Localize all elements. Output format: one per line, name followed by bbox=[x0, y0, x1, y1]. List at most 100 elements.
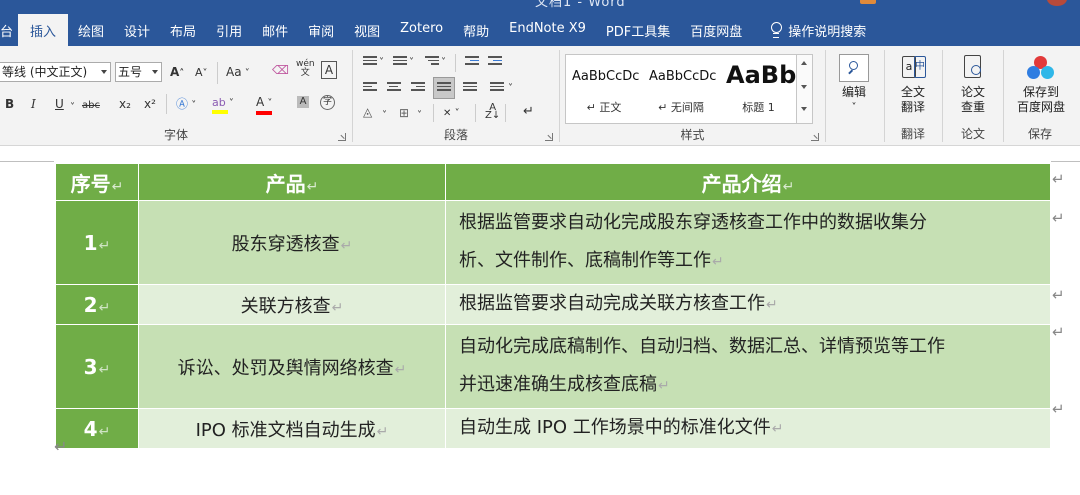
bullets-dropdown[interactable]: ˅ bbox=[379, 55, 384, 71]
tab-pdf-tools[interactable]: PDF工具集 bbox=[596, 14, 680, 46]
show-marks-icon[interactable]: ↵ bbox=[523, 104, 534, 120]
description-cell: 根据监管要求自动完成关联方核查工作↵ bbox=[445, 284, 1051, 325]
tab-references[interactable]: 引用 bbox=[206, 14, 252, 46]
row-number: 1 bbox=[83, 230, 98, 255]
clear-format-button[interactable]: ⌫ bbox=[272, 62, 289, 78]
tab-baidu-pan[interactable]: 百度网盘 bbox=[680, 14, 752, 46]
align-left-icon[interactable] bbox=[363, 82, 377, 94]
editing-label: 编辑 bbox=[841, 85, 866, 99]
styles-group-label: 样式 bbox=[680, 128, 705, 142]
table-row: 1↵ 股东穿透核查↵ 根据监管要求自动化完成股东穿透核查工作中的数据收集分 析、文… bbox=[55, 200, 1051, 285]
asian-layout-icon[interactable]: ✕ ˅ bbox=[443, 106, 460, 122]
tab-zotero[interactable]: Zotero bbox=[390, 14, 453, 46]
product-name: 股东穿透核查 bbox=[231, 233, 340, 255]
styles-dialog-launcher[interactable] bbox=[811, 133, 819, 141]
lightbulb-icon bbox=[770, 22, 783, 38]
font-dialog-launcher[interactable] bbox=[338, 133, 346, 141]
table-row: 4↵ IPO 标准文档自动生成↵ 自动生成 IPO 工作场景中的标准化文件↵ bbox=[55, 408, 1051, 449]
table-header-row: 序号↵ 产品↵ 产品介绍↵ bbox=[55, 163, 1051, 201]
avatar[interactable] bbox=[1047, 0, 1067, 6]
tab-endnote[interactable]: EndNote X9 bbox=[499, 14, 596, 46]
row-end-mark: ↵ bbox=[1052, 400, 1065, 418]
row-number: 2 bbox=[83, 292, 98, 317]
align-center-icon[interactable] bbox=[387, 82, 401, 94]
line-spacing-icon[interactable] bbox=[490, 82, 504, 94]
product-cell: 诉讼、处罚及舆情网络核查↵ bbox=[138, 324, 446, 409]
paper-check-button[interactable]: 论文 查重 bbox=[950, 54, 996, 115]
strikethrough-button[interactable]: abc bbox=[82, 98, 100, 114]
increase-indent-icon[interactable] bbox=[488, 56, 502, 68]
bullets-icon[interactable] bbox=[363, 56, 377, 68]
underline-dropdown[interactable]: ˅ bbox=[70, 98, 75, 116]
chevron-down-icon[interactable] bbox=[152, 70, 158, 74]
distributed-icon[interactable] bbox=[463, 82, 477, 94]
phonetic-guide-button[interactable]: wén 文 bbox=[296, 60, 315, 78]
tab-layout[interactable]: 布局 bbox=[160, 14, 206, 46]
tab-design[interactable]: 设计 bbox=[114, 14, 160, 46]
document-area[interactable]: 序号↵ 产品↵ 产品介绍↵ 1↵ 股东穿透核查↵ 根据监管要求自动化完成股东穿透… bbox=[0, 147, 1080, 495]
title-accent-shape bbox=[860, 0, 876, 4]
shrink-font-button[interactable]: A˅ bbox=[195, 65, 208, 82]
editing-button[interactable]: 编辑 ˅ bbox=[832, 54, 876, 115]
paper-check-label: 论文 查重 bbox=[960, 85, 985, 114]
row-end-mark: ↵ bbox=[1052, 170, 1065, 188]
header-product-text: 产品 bbox=[265, 171, 306, 196]
shading-icon[interactable]: ◬ bbox=[363, 104, 372, 120]
tab-review[interactable]: 审阅 bbox=[298, 14, 344, 46]
tab-draw[interactable]: 绘图 bbox=[68, 14, 114, 46]
divider bbox=[166, 94, 167, 114]
tab-file[interactable]: 台 bbox=[0, 14, 18, 46]
decrease-indent-icon[interactable] bbox=[465, 56, 479, 68]
row-number-cell: 2↵ bbox=[55, 284, 139, 325]
superscript-button[interactable]: x² bbox=[144, 96, 156, 112]
highlight-button[interactable]: ab ˅ bbox=[212, 94, 234, 114]
divider bbox=[505, 104, 506, 122]
font-color-button[interactable]: A ˅ bbox=[256, 94, 272, 115]
numbering-icon[interactable] bbox=[393, 56, 407, 68]
justify-button[interactable] bbox=[433, 77, 455, 99]
sort-icon[interactable]: A Z↓ bbox=[485, 103, 500, 121]
change-case-button[interactable]: Aa ˅ bbox=[226, 64, 250, 82]
product-name: 诉讼、处罚及舆情网络核查 bbox=[177, 357, 394, 379]
underline-button[interactable]: U bbox=[55, 96, 64, 112]
char-shading-button[interactable]: A bbox=[297, 96, 309, 108]
font-name-combo[interactable]: 等线 (中文正文) bbox=[0, 62, 111, 82]
numbering-dropdown[interactable]: ˅ bbox=[409, 55, 414, 71]
row-number: 3 bbox=[83, 354, 98, 379]
bold-button[interactable]: B bbox=[5, 96, 14, 112]
search-icon bbox=[839, 54, 869, 82]
multilevel-list-icon[interactable] bbox=[425, 56, 439, 68]
product-cell: IPO 标准文档自动生成↵ bbox=[138, 408, 446, 449]
save-baidu-button[interactable]: 保存到 百度网盘 bbox=[1008, 54, 1074, 115]
chevron-down-icon[interactable] bbox=[101, 70, 107, 74]
paragraph-dialog-launcher[interactable] bbox=[545, 133, 553, 141]
margin-corner-mark bbox=[1051, 161, 1080, 162]
align-right-icon[interactable] bbox=[411, 82, 425, 94]
product-table[interactable]: 序号↵ 产品↵ 产品介绍↵ 1↵ 股东穿透核查↵ 根据监管要求自动化完成股东穿透… bbox=[55, 163, 1051, 449]
change-case-icon: Aa bbox=[226, 65, 242, 79]
text-effects-button[interactable]: Ⓐ ˅ bbox=[176, 96, 196, 114]
product-name: IPO 标准文档自动生成 bbox=[195, 419, 376, 441]
char-border-button[interactable]: A bbox=[321, 61, 337, 79]
tell-me-search[interactable]: 操作说明搜索 bbox=[752, 14, 876, 46]
tab-mailings[interactable]: 邮件 bbox=[252, 14, 298, 46]
borders-icon[interactable]: ⊞ bbox=[399, 105, 409, 121]
tab-help[interactable]: 帮助 bbox=[453, 14, 499, 46]
multilevel-dropdown[interactable]: ˅ bbox=[441, 55, 446, 71]
tab-view[interactable]: 视图 bbox=[344, 14, 390, 46]
subscript-button[interactable]: x₂ bbox=[119, 96, 131, 112]
description-line: 自动化完成底稿制作、自动归档、数据汇总、详情预览等工作 bbox=[459, 336, 945, 357]
translate-button[interactable]: a 中 全文 翻译 bbox=[890, 54, 936, 115]
line-spacing-dropdown[interactable]: ˅ bbox=[508, 81, 513, 97]
paragraph-group-label: 段落 bbox=[443, 128, 468, 142]
italic-button[interactable]: I bbox=[31, 96, 36, 112]
paragraph-mark: ↵ bbox=[54, 437, 68, 456]
font-size-combo[interactable]: 五号 bbox=[115, 62, 162, 82]
enclose-char-button[interactable]: 字 bbox=[320, 95, 335, 110]
translate-group-label: 翻译 bbox=[900, 127, 925, 141]
borders-dropdown[interactable]: ˅ bbox=[417, 108, 422, 124]
tab-insert[interactable]: 插入 bbox=[18, 14, 69, 46]
table-row: 2↵ 关联方核查↵ 根据监管要求自动完成关联方核查工作↵ bbox=[55, 284, 1051, 325]
shading-dropdown[interactable]: ˅ bbox=[382, 108, 387, 124]
grow-font-button[interactable]: A˄ bbox=[170, 64, 184, 82]
